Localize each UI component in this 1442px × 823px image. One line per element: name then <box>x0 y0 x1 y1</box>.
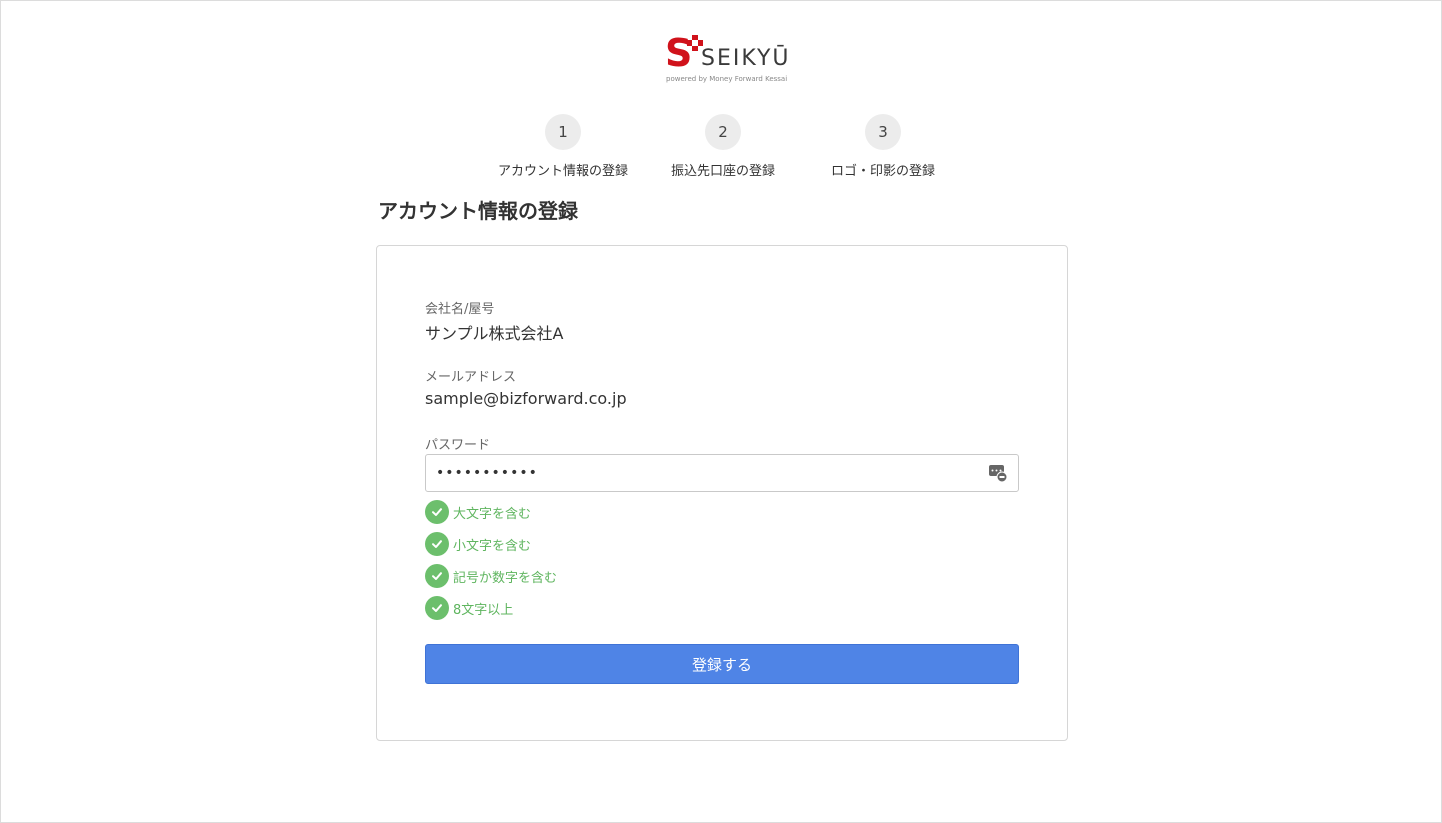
check-icon <box>425 532 449 556</box>
password-input[interactable] <box>426 455 976 491</box>
email-label: メールアドレス <box>425 370 517 385</box>
step-1: 1 アカウント情報の登録 <box>483 114 643 179</box>
step-label: 振込先口座の登録 <box>670 164 775 179</box>
password-field <box>425 454 1019 492</box>
step-number: 3 <box>865 114 901 150</box>
step-number: 1 <box>545 114 581 150</box>
register-button[interactable]: 登録する <box>425 644 1019 684</box>
rule-text: 記号か数字を含む <box>453 570 558 586</box>
check-icon <box>425 596 449 620</box>
password-label: パスワード <box>425 438 491 453</box>
step-3: 3 ロゴ・印影の登録 <box>803 114 963 179</box>
rule-symbol-or-number: 記号か数字を含む <box>425 564 557 588</box>
logo-sub: powered by Money Forward Kessai <box>666 75 788 83</box>
logo-word: SEIKYŪ <box>701 46 791 71</box>
rule-text: 8文字以上 <box>453 602 514 618</box>
rule-uppercase: 大文字を含む <box>425 500 531 524</box>
page-title: アカウント情報の登録 <box>378 199 578 223</box>
password-visibility-icon[interactable] <box>988 463 1008 483</box>
step-label: ロゴ・印影の登録 <box>830 164 935 179</box>
company-label: 会社名/屋号 <box>425 302 495 317</box>
account-form-card: 会社名/屋号 サンプル株式会社A メールアドレス sample@bizforwa… <box>376 245 1068 741</box>
page-frame: S SEIKYŪ powered by Money Forward Kessai… <box>0 0 1442 823</box>
check-icon <box>425 500 449 524</box>
step-label: アカウント情報の登録 <box>497 164 628 179</box>
email-value: sample@bizforward.co.jp <box>425 389 627 408</box>
rule-min-length: 8文字以上 <box>425 596 513 620</box>
rule-text: 大文字を含む <box>453 506 532 522</box>
step-number: 2 <box>705 114 741 150</box>
company-value: サンプル株式会社A <box>425 324 564 343</box>
check-icon <box>425 564 449 588</box>
seikyu-logo: S SEIKYŪ powered by Money Forward Kessai <box>665 34 789 86</box>
rule-lowercase: 小文字を含む <box>425 532 531 556</box>
step-2: 2 振込先口座の登録 <box>643 114 803 179</box>
rule-text: 小文字を含む <box>453 538 532 554</box>
